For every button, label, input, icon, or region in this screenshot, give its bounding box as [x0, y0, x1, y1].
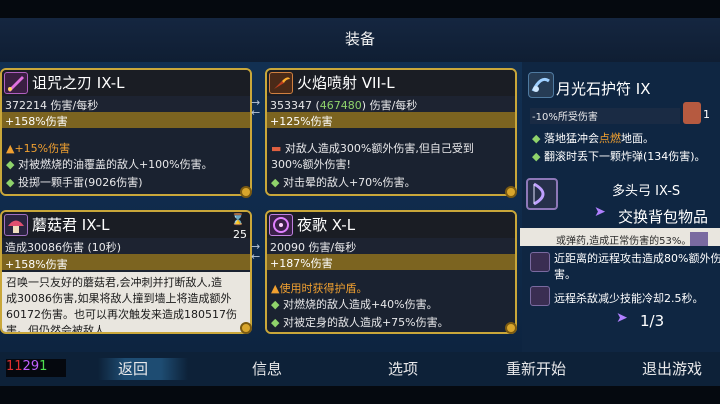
danger-icon: ▬ [271, 142, 282, 155]
card-line: 害。但仍然会被敌人... [6, 324, 116, 334]
skill-card-mushroom[interactable]: 蘑菇君 IX-L ⌛ 25 造成30086伤害 (10秒) +158%伤害 召唤… [0, 210, 252, 334]
scroll-count: 1 [703, 108, 710, 121]
backpack-button-icon[interactable]: ➤ [594, 204, 606, 220]
nocturne-icon [269, 214, 293, 236]
card-damage-mod: +187%伤害 [270, 257, 333, 270]
card-line: 成30086伤害,如果将敌人撞到墙上将造成额外 [6, 292, 232, 305]
card-damage-mod: +158%伤害 [5, 258, 68, 271]
card-dps: 353347 (467480) 伤害/每秒 [270, 99, 418, 112]
cooldown-badge: 25 [233, 228, 247, 241]
card-damage: 造成30086伤害 (10秒) [5, 241, 122, 254]
amulet-icon [528, 72, 554, 98]
hourglass-icon: ⌛ [231, 213, 245, 226]
weapon-card-curse-blade[interactable]: 诅咒之刃 IX-L 372214 伤害/每秒 +158%伤害 ▲+15%伤害 ◆… [0, 68, 252, 196]
info-button[interactable]: 信息 [252, 358, 282, 379]
top-letterbox [0, 0, 720, 18]
card-line: ◆ 对燃烧的敌人造成+40%伤害。 [271, 298, 438, 311]
weapon-card-flamethrower[interactable]: 火焰喷射 VII-L 353347 (467480) 伤害/每秒 +125%伤害… [265, 68, 517, 196]
stat-counters: 11291 [6, 359, 66, 377]
card-title: 蘑菇君 IX-L [32, 216, 110, 234]
bow-partial-line: 或弹药,造成正常伤害的53%。 [556, 236, 692, 247]
brutality-count: 11 [6, 359, 23, 374]
swap-backpack-button[interactable]: 交换背包物品 [618, 206, 708, 227]
bow-title: 多头弓 IX-S [612, 184, 681, 199]
curse-blade-icon [4, 72, 28, 94]
card-corner-ornament [505, 186, 517, 198]
bottom-letterbox [0, 386, 720, 404]
card-damage-mod: +125%伤害 [270, 115, 333, 128]
card-line: 召唤一只友好的蘑菇君,会冲刺并打断敌人,造 [6, 276, 222, 289]
amulet-line: ◆ 落地猛冲会点燃地面。 [532, 132, 654, 145]
amulet-title: 月光石护符 IX [556, 80, 651, 98]
card-title: 火焰喷射 VII-L [297, 74, 395, 92]
card-line: ◆ 对被燃烧的油覆盖的敌人+100%伤害。 [6, 158, 213, 171]
scrollbar-thumb[interactable] [690, 232, 708, 246]
bow-line: 近距离的远程攻击造成80%额外伤 [554, 252, 720, 265]
amulet-line: ◆ 翻滚时丢下一颗炸弹(134伤害)。 [532, 150, 706, 163]
card-line: ◆ 对被定身的敌人造成+75%伤害。 [271, 316, 449, 329]
bow-line: 远程杀敌减少技能冷却2.5秒。 [554, 292, 704, 305]
card-dps: 20090 伤害/每秒 [270, 241, 357, 254]
mushroom-icon [4, 214, 28, 236]
quit-button[interactable]: 退出游戏 [642, 358, 702, 379]
card-title: 诅咒之刃 IX-L [32, 74, 125, 92]
card-line: 60172伤害。也可以再次触发来造成180517伤 [6, 308, 237, 321]
card-corner-ornament [240, 322, 252, 334]
card-corner-ornament [505, 322, 517, 334]
bow-perk-icon [530, 252, 550, 272]
card-line: ▬ 对敌人造成300%额外伤害,但自己受到 [271, 142, 474, 155]
card-corner-ornament [240, 186, 252, 198]
back-button[interactable]: 返回 [118, 358, 148, 379]
bow-line: 害。 [554, 268, 576, 281]
card-line: ◆ 投掷一颗手雷(9026伤害) [6, 176, 143, 189]
options-button[interactable]: 选项 [388, 358, 418, 379]
tactics-count: 29 [22, 359, 40, 374]
card-dps: 372214 伤害/每秒 [5, 99, 99, 112]
page-indicator: 1/3 [640, 312, 665, 330]
link-arrows: → ← [251, 96, 261, 119]
card-line: 300%额外伤害! [271, 158, 351, 171]
amulet-stat: -10%所受伤害 [530, 108, 680, 124]
flamethrower-icon [269, 72, 293, 94]
survival-count: 1 [39, 359, 48, 374]
skill-card-nocturne[interactable]: 夜歌 X-L 20090 伤害/每秒 +187%伤害 ▲使用时获得护盾。 ◆ 对… [265, 210, 517, 334]
scroll-icon [683, 102, 701, 124]
card-line: ▲使用时获得护盾。 [271, 282, 368, 295]
link-arrows: → ← [251, 240, 261, 263]
bow-icon[interactable] [526, 178, 558, 210]
card-line: ▲+15%伤害 [6, 142, 71, 155]
card-title: 夜歌 X-L [297, 216, 356, 234]
restart-button[interactable]: 重新开始 [506, 358, 566, 379]
page-title: 装备 [344, 30, 375, 48]
card-line: ◆ 对击晕的敌人+70%伤害。 [271, 176, 416, 189]
bow-perk-icon [530, 286, 550, 306]
card-damage-mod: +158%伤害 [5, 115, 68, 128]
page-indicator-icon: ➤ [616, 310, 628, 326]
